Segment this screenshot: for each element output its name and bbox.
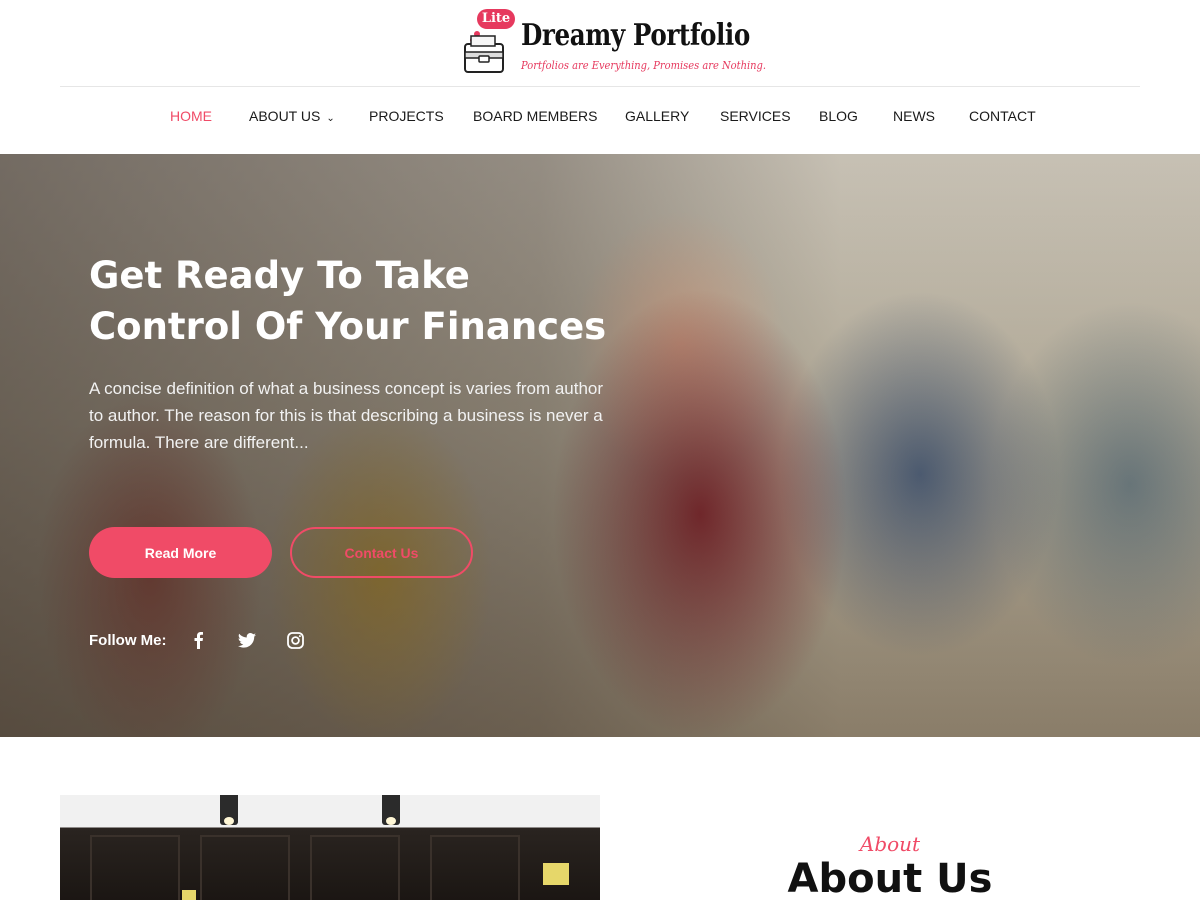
nav-item-blog[interactable]: BLOG — [819, 108, 858, 124]
contact-us-button[interactable]: Contact Us — [290, 527, 473, 578]
logo-tagline: Portfolios are Everything, Promises are … — [521, 59, 766, 72]
wall-panel — [310, 835, 400, 900]
twitter-icon[interactable] — [236, 629, 258, 651]
wall-panel — [200, 835, 290, 900]
hero-title: Get Ready To Take Control Of Your Financ… — [89, 254, 607, 348]
nav-item-gallery[interactable]: GALLERY — [625, 108, 689, 124]
wall-panel — [90, 835, 180, 900]
hero-description: A concise definition of what a business … — [89, 379, 604, 452]
about-eyebrow: About — [859, 832, 921, 856]
header-divider — [60, 86, 1140, 87]
nav-item-about-us-label: ABOUT US — [249, 108, 321, 124]
sticky-note — [543, 863, 569, 885]
nav-item-services[interactable]: SERVICES — [720, 108, 791, 124]
sticky-note — [182, 890, 196, 900]
facebook-icon[interactable] — [187, 629, 209, 651]
about-office-image — [60, 795, 600, 900]
follow-me-bar: Follow Me: — [89, 629, 334, 651]
instagram-icon[interactable] — [285, 629, 307, 651]
about-title: About Us — [787, 856, 993, 900]
read-more-button[interactable]: Read More — [89, 527, 272, 578]
ceiling-light — [220, 795, 238, 825]
nav-item-contact[interactable]: CONTACT — [969, 108, 1036, 124]
nav-item-news[interactable]: NEWS — [893, 108, 935, 124]
chevron-down-icon: ⌄ — [326, 113, 335, 124]
site-logo[interactable]: Lite Dreamy Portfolio Portfolios are Eve… — [463, 6, 766, 76]
nav-item-home[interactable]: HOME — [170, 108, 212, 124]
logo-badge: Lite — [481, 11, 511, 26]
nav-item-about-us[interactable]: ABOUT US ⌄ — [249, 108, 335, 124]
nav-item-board-members[interactable]: BOARD MEMBERS — [473, 108, 597, 124]
hero-banner: Get Ready To Take Control Of Your Financ… — [0, 154, 1200, 737]
follow-me-label: Follow Me: — [89, 631, 167, 649]
wall-panel — [430, 835, 520, 900]
main-nav: HOME ABOUT US ⌄ PROJECTS BOARD MEMBERS GA… — [0, 108, 1200, 130]
nav-item-projects[interactable]: PROJECTS — [369, 108, 444, 124]
ceiling-light — [382, 795, 400, 825]
site-header: Lite Dreamy Portfolio Portfolios are Eve… — [0, 0, 1200, 154]
logo-title: Dreamy Portfolio — [521, 18, 750, 53]
